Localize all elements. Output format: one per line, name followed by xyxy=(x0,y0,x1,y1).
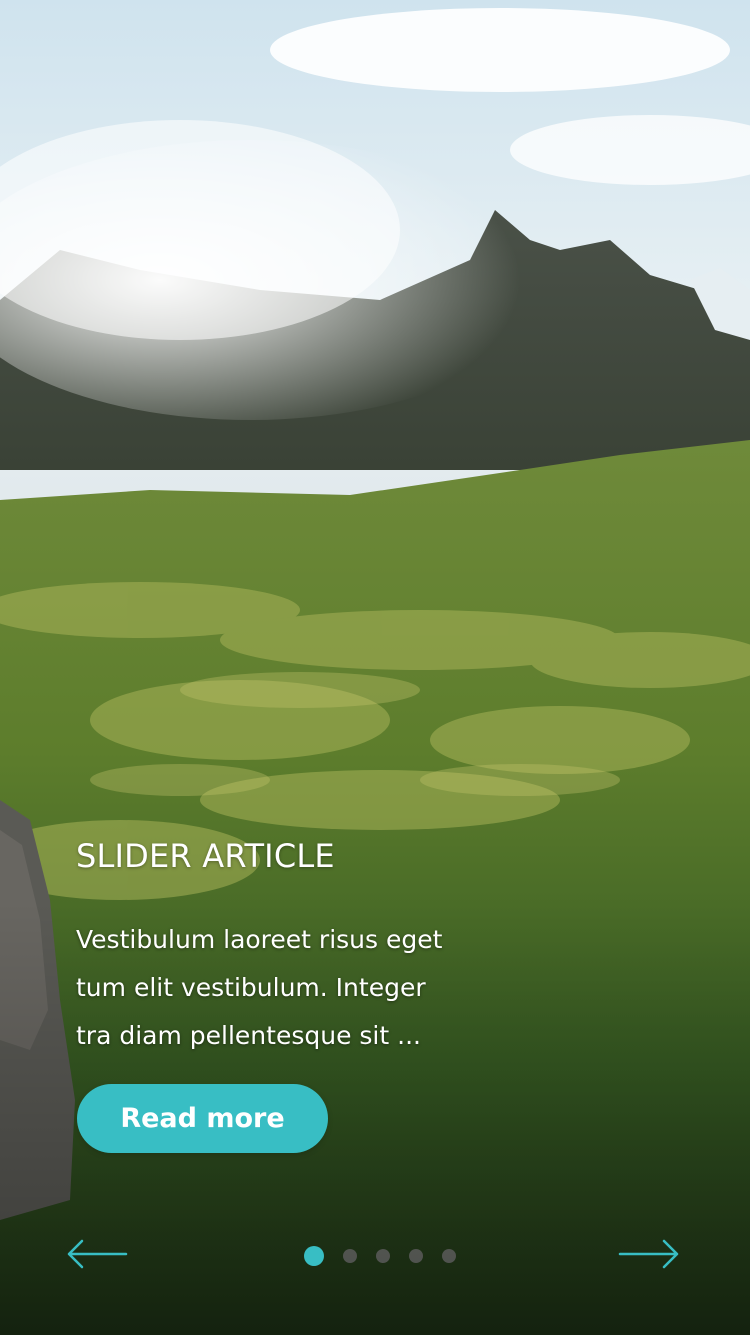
arrow-left-icon xyxy=(67,1239,128,1269)
excerpt-line-2: tum elit vestibulum. Integer xyxy=(76,973,426,1002)
arrow-right-icon xyxy=(618,1239,679,1269)
read-more-button[interactable]: Read more xyxy=(77,1084,328,1153)
slide-content: SLIDER ARTICLE Vestibulum laoreet risus … xyxy=(76,834,546,1060)
pagination-dot-3[interactable] xyxy=(376,1249,390,1263)
pagination-dot-1[interactable] xyxy=(304,1246,324,1266)
prev-slide-button[interactable] xyxy=(66,1236,128,1272)
slide-title: SLIDER ARTICLE xyxy=(76,837,335,875)
slide-excerpt: Vestibulum laoreet risus eget tum elit v… xyxy=(76,916,546,1060)
pagination-dot-4[interactable] xyxy=(409,1249,423,1263)
pagination-dot-2[interactable] xyxy=(343,1249,357,1263)
slider: SLIDER ARTICLE Vestibulum laoreet risus … xyxy=(0,0,750,1335)
pagination-dot-5[interactable] xyxy=(442,1249,456,1263)
slide-pagination xyxy=(304,1246,475,1266)
next-slide-button[interactable] xyxy=(618,1236,680,1272)
excerpt-line-1: Vestibulum laoreet risus eget xyxy=(76,925,443,954)
excerpt-line-3: tra diam pellentesque sit ... xyxy=(76,1021,421,1050)
